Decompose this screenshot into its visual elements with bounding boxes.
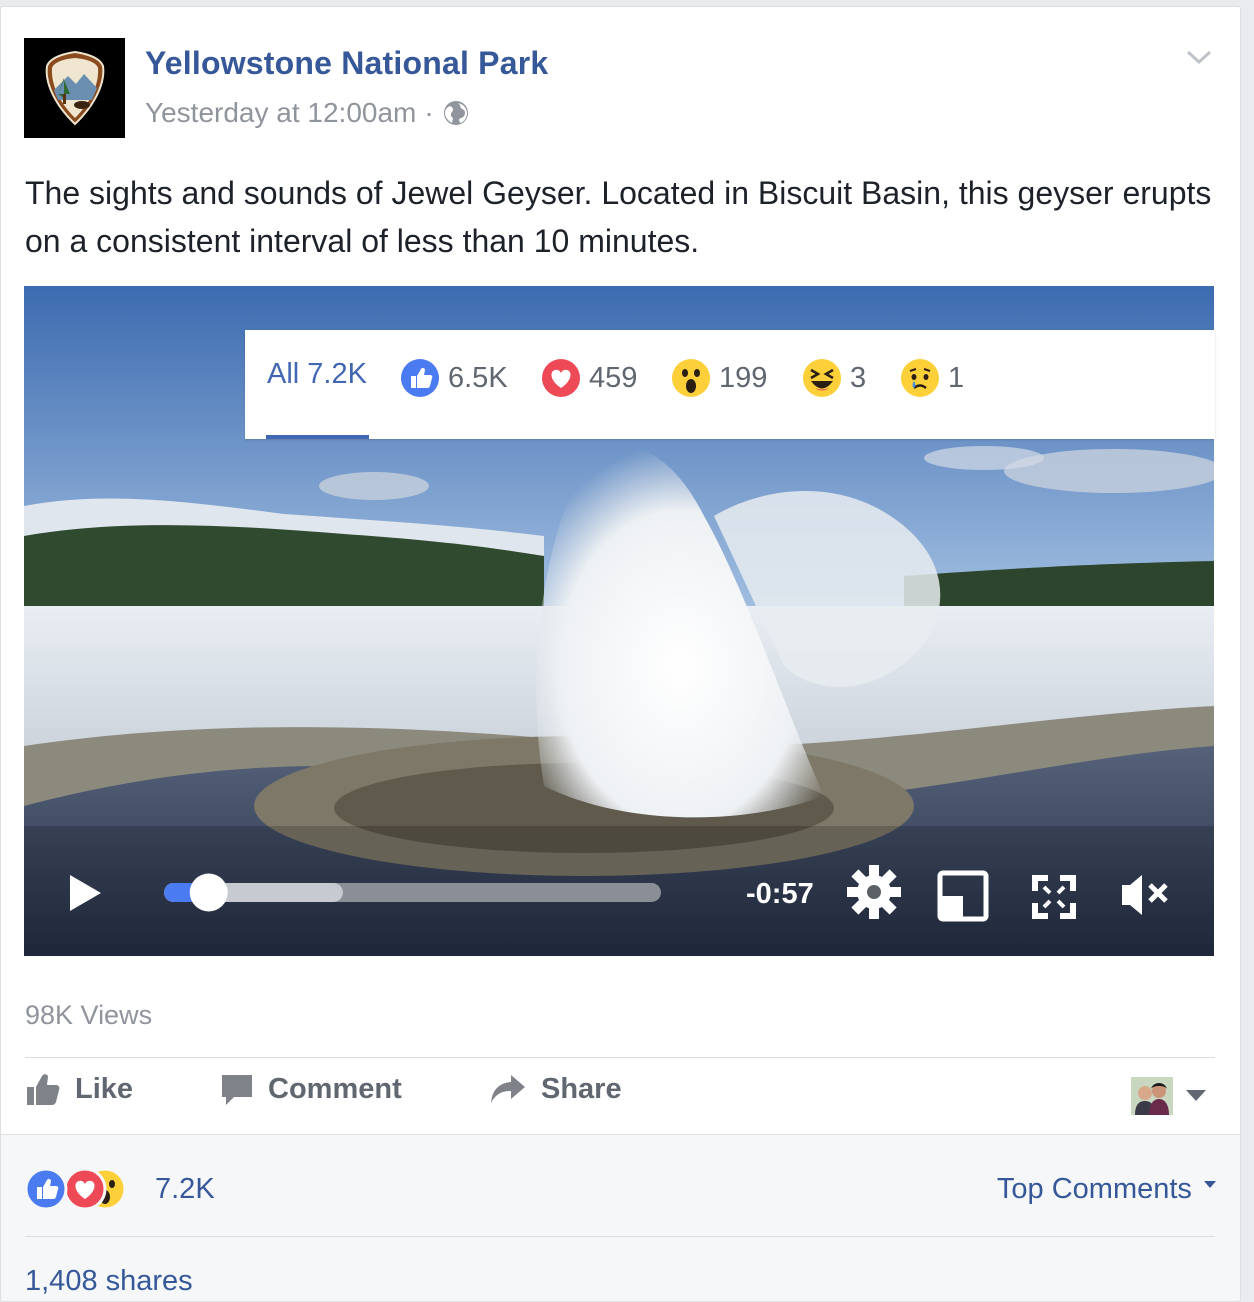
- haha-reaction-icon: [803, 359, 841, 397]
- scrub-handle[interactable]: [189, 873, 228, 912]
- share-arrow-icon: [491, 1075, 525, 1103]
- actions-divider: [25, 1057, 1215, 1058]
- reaction-total: 7.2K: [155, 1172, 215, 1205]
- post-as-selector[interactable]: [1131, 1077, 1207, 1115]
- wow-reaction-icon: [672, 359, 710, 397]
- post-timestamp[interactable]: Yesterday at 12:00am: [145, 97, 416, 129]
- share-label: Share: [541, 1072, 622, 1105]
- like-label: Like: [75, 1072, 134, 1105]
- tab-sad-reactions[interactable]: 1: [900, 358, 964, 398]
- caret-down-icon: [1186, 1090, 1206, 1101]
- shares-link[interactable]: 1,408 shares: [25, 1265, 193, 1298]
- haha-count: 3: [850, 361, 867, 394]
- like-reaction-icon: [401, 359, 439, 397]
- like-button[interactable]: Like: [25, 1071, 133, 1107]
- reaction-summary[interactable]: 7.2K: [25, 1168, 215, 1210]
- footer-divider: [25, 1236, 1215, 1237]
- post-actions: Like Comment Share: [25, 1071, 1215, 1127]
- post-footer: 7.2K Top Comments 1,408 shares: [1, 1134, 1240, 1301]
- time-remaining: -0:57: [746, 878, 814, 910]
- nps-arrowhead-logo: [45, 50, 104, 126]
- comment-button[interactable]: Comment: [220, 1071, 402, 1107]
- sad-count: 1: [948, 361, 965, 394]
- wow-count: 199: [719, 361, 768, 394]
- tab-wow-reactions[interactable]: 199: [671, 358, 767, 398]
- love-count: 459: [589, 361, 638, 394]
- love-reaction-icon: [542, 359, 580, 397]
- post-text: The sights and sounds of Jewel Geyser. L…: [25, 175, 1212, 259]
- globe-icon[interactable]: [442, 99, 470, 127]
- tab-like-reactions[interactable]: 6.5K: [400, 358, 508, 398]
- sad-reaction-icon: [901, 359, 939, 397]
- reaction-summary-icons: [25, 1168, 127, 1210]
- like-count: 6.5K: [448, 361, 508, 394]
- picture-in-picture-icon[interactable]: [937, 870, 989, 922]
- active-tab-underline: [266, 435, 369, 439]
- view-count: 98K Views: [25, 1000, 153, 1030]
- play-icon[interactable]: [70, 875, 101, 911]
- caret-down-icon: [1204, 1181, 1216, 1188]
- post-options-chevron-icon[interactable]: [1184, 45, 1214, 69]
- video-controls-bar: [70, 865, 1168, 922]
- page-name-link[interactable]: Yellowstone National Park: [145, 45, 548, 82]
- post-meta: Yesterday at 12:00am ·: [145, 97, 470, 129]
- reactions-tab-bar: All 7.2K 6.5K 459 199 3 1: [245, 330, 1215, 439]
- video-controls: -0:57: [24, 847, 1214, 957]
- muted-volume-icon[interactable]: [1122, 875, 1168, 915]
- fullscreen-icon[interactable]: [1032, 875, 1076, 919]
- comment-label: Comment: [268, 1072, 402, 1105]
- page-avatar[interactable]: [24, 38, 125, 138]
- top-comments-dropdown[interactable]: Top Comments: [997, 1173, 1216, 1206]
- top-comments-label: Top Comments: [996, 1173, 1192, 1205]
- post-card: Yellowstone National Park Yesterday at 1…: [0, 6, 1241, 1302]
- settings-gear-icon[interactable]: [847, 865, 901, 919]
- user-avatar: [1131, 1077, 1173, 1115]
- comment-bubble-icon: [222, 1075, 252, 1105]
- meta-separator: ·: [424, 97, 434, 128]
- tab-haha-reactions[interactable]: 3: [802, 358, 866, 398]
- tab-love-reactions[interactable]: 459: [541, 358, 637, 398]
- tab-all-reactions[interactable]: All 7.2K: [267, 358, 367, 391]
- share-button[interactable]: Share: [489, 1071, 622, 1107]
- thumbs-up-icon: [27, 1074, 60, 1105]
